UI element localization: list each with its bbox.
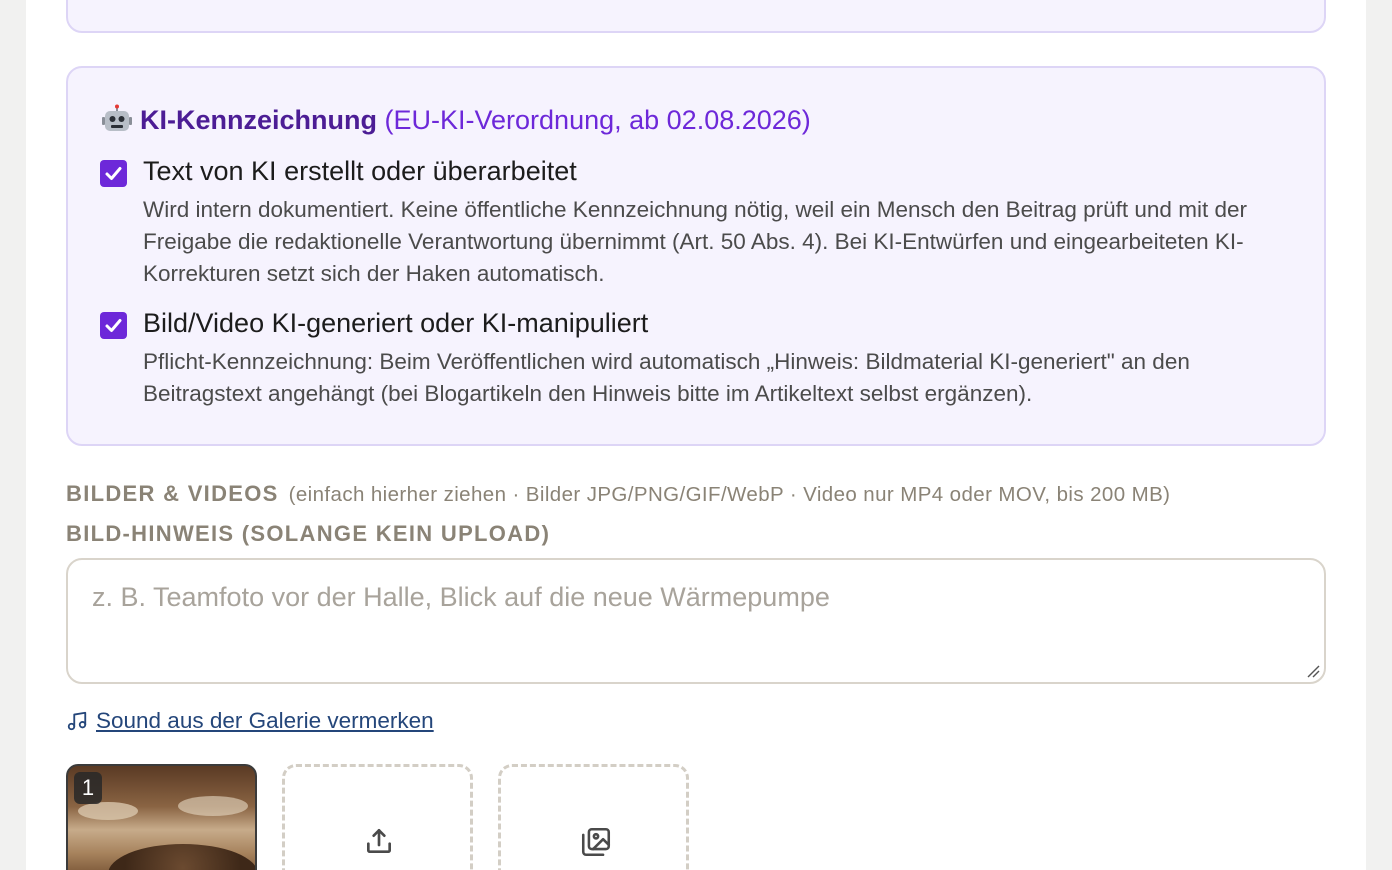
ai-media-checkbox[interactable] <box>100 312 127 339</box>
ai-media-label[interactable]: Bild/Video KI-generiert oder KI-manipuli… <box>143 308 648 339</box>
gallery-tile[interactable] <box>498 764 689 870</box>
image-note-field-wrapper <box>66 558 1326 684</box>
gallery-icon <box>581 827 611 857</box>
image-note-label: BILD-HINWEIS (SOLANGE KEIN UPLOAD) <box>66 521 551 546</box>
ai-labeling-box: KI-Kennzeichnung (EU-KI-Verordnung, ab 0… <box>66 66 1326 446</box>
ai-labeling-heading: KI-Kennzeichnung (EU-KI-Verordnung, ab 0… <box>102 104 811 136</box>
ai-text-checkbox[interactable] <box>100 160 127 187</box>
media-section-label: BILDER & VIDEOS (einfach hierher ziehen ·… <box>66 481 1170 507</box>
checkmark-icon <box>105 167 122 180</box>
media-hint: (einfach hierher ziehen · Bilder JPG/PNG… <box>288 483 1171 506</box>
thumbnail-image-detail <box>78 802 138 820</box>
sound-gallery-link[interactable]: Sound aus der Galerie vermerken <box>66 708 434 738</box>
upload-icon <box>367 829 391 853</box>
resize-handle-icon[interactable] <box>1306 664 1320 678</box>
ai-text-description: Wird intern dokumentiert. Keine öffentli… <box>143 197 1247 286</box>
post-editor-card: KI-Kennzeichnung (EU-KI-Verordnung, ab 0… <box>26 0 1366 870</box>
music-note-icon <box>66 710 88 738</box>
thumbnail-image-detail <box>178 796 248 816</box>
media-thumbnail[interactable]: 1 <box>66 764 257 870</box>
ai-media-description: Pflicht-Kennzeichnung: Beim Veröffentlic… <box>143 349 1190 406</box>
image-note-textarea[interactable] <box>68 560 1324 682</box>
checkmark-icon <box>105 319 122 332</box>
upload-tile[interactable] <box>282 764 473 870</box>
thumbnail-index-badge: 1 <box>74 772 102 804</box>
media-label: BILDER & VIDEOS <box>66 481 279 506</box>
sound-link-label: Sound aus der Galerie vermerken <box>96 708 434 733</box>
ai-labeling-title: KI-Kennzeichnung <box>140 105 377 135</box>
ai-text-label[interactable]: Text von KI erstellt oder überarbeitet <box>143 156 577 187</box>
robot-icon <box>102 104 132 134</box>
previous-section-box <box>66 0 1326 33</box>
thumbnail-image-bread <box>108 844 255 870</box>
ai-labeling-subtitle: (EU-KI-Verordnung, ab 02.08.2026) <box>384 105 811 135</box>
